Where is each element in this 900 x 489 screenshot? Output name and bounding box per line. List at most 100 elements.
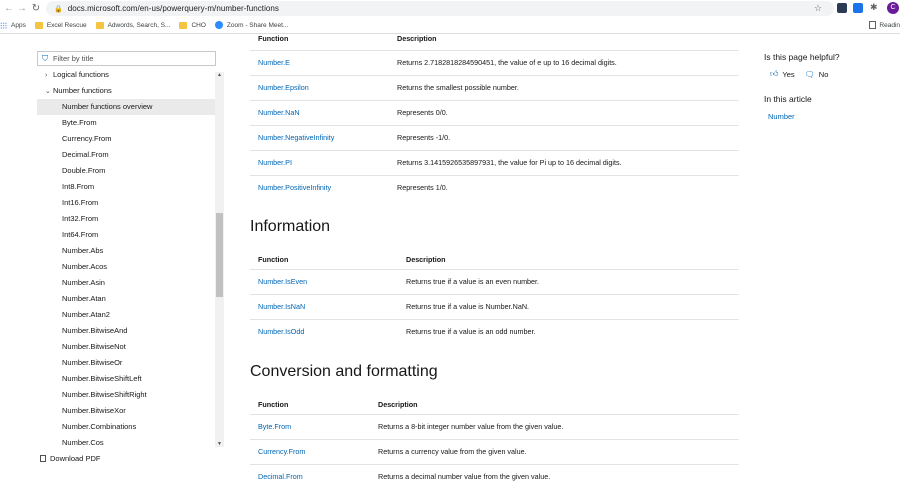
toc-item-label: Number.Atan (62, 294, 106, 303)
toc-item[interactable]: Number.BitwiseShiftRight (37, 387, 215, 403)
toc-item[interactable]: Number.BitwiseXor (37, 403, 215, 419)
bookmark-excel-rescue[interactable]: Excel Rescue (34, 21, 87, 29)
bookmark-adwords[interactable]: Adwords, Search, S... (95, 21, 171, 29)
toc-item[interactable]: Number.Combinations (37, 419, 215, 435)
download-label: Download PDF (50, 454, 101, 463)
function-link[interactable]: Byte.From (250, 413, 370, 439)
toc-item-label: Int64.From (62, 230, 99, 239)
bookmark-star-icon[interactable]: ☆ (814, 3, 822, 14)
toc-item-label: Number.Cos (62, 438, 104, 447)
function-link[interactable]: Number.PositiveInfinity (250, 174, 389, 200)
toc-item[interactable]: Int64.From (37, 227, 215, 243)
toc-item[interactable]: Int16.From (37, 195, 215, 211)
no-button[interactable]: 🗨︎ No (805, 69, 829, 79)
scroll-down-icon[interactable]: ▼ (215, 441, 224, 447)
toc-item[interactable]: Number.Abs (37, 243, 215, 259)
bookmark-label: Excel Rescue (46, 21, 87, 29)
toc-item[interactable]: Number functions overview (37, 99, 215, 115)
filter-icon: ⛉ (42, 53, 48, 63)
article-link-number[interactable]: Number (768, 112, 795, 121)
function-link[interactable]: Decimal.From (250, 463, 370, 489)
pdf-icon (40, 455, 46, 462)
toc-item[interactable]: Int8.From (37, 179, 215, 195)
function-link[interactable]: Number.IsNaN (250, 293, 398, 319)
table-row: Number.IsOdd Returns true if a value is a… (250, 318, 739, 344)
toc-item[interactable]: Number.Cos (37, 435, 215, 447)
function-link[interactable]: Number.IsEven (250, 268, 398, 294)
function-description: Represents 0/0. (389, 99, 739, 125)
function-link[interactable]: Number.Epsilon (250, 74, 389, 100)
information-table: Function Description Number.IsEven Return… (250, 250, 739, 344)
reload-icon[interactable]: ↻ (29, 3, 43, 14)
column-header-function: Function (250, 250, 398, 270)
forward-icon[interactable]: → (15, 3, 29, 14)
address-bar[interactable]: 🔒 docs.microsoft.com/en-us/powerquery-m/… (46, 1, 834, 16)
information-section: Function Description Number.IsEven Return… (250, 250, 739, 344)
toc-item[interactable]: Currency.From (37, 131, 215, 147)
toc-item[interactable]: Decimal.From (37, 147, 215, 163)
extension-icon[interactable] (853, 3, 863, 13)
function-description: Represents 1/0. (389, 174, 739, 200)
filter-placeholder: Filter by title (53, 54, 94, 63)
scroll-up-icon[interactable]: ▲ (215, 72, 224, 78)
bookmark-label: Adwords, Search, S... (107, 21, 171, 29)
function-link[interactable]: Number.E (250, 49, 389, 75)
toc-item-label: Number.Combinations (62, 422, 137, 431)
function-description: Returns a 8-bit integer number value fro… (370, 413, 739, 439)
function-link[interactable]: Currency.From (250, 438, 370, 464)
toc-item-label: Number.Abs (62, 246, 104, 255)
chevron-down-icon[interactable]: ⌄ (45, 84, 53, 100)
function-link[interactable]: Number.NaN (250, 99, 389, 125)
toc-item[interactable]: Number.BitwiseOr (37, 355, 215, 371)
in-this-article-heading: In this article (764, 94, 812, 104)
bookmark-label: Apps (11, 21, 26, 29)
puzzle-icon[interactable]: ✱ (870, 2, 878, 13)
table-row: Number.NaN Represents 0/0. (250, 99, 739, 125)
toc-scrollbar[interactable]: ▲ ▼ (215, 72, 224, 447)
toc-item[interactable]: Number.Atan (37, 291, 215, 307)
main-content: Function Description Number.E Returns 2.7… (250, 34, 740, 489)
section-heading-conversion: Conversion and formatting (250, 363, 438, 380)
toc-item-label: Currency.From (62, 134, 112, 143)
toc-item-label: Int8.From (62, 182, 95, 191)
reading-list[interactable]: Readin (869, 21, 900, 29)
toc-item[interactable]: ⌄ Number functions (37, 83, 215, 99)
table-row: Currency.From Returns a currency value fr… (250, 438, 739, 464)
toc-item[interactable]: Number.BitwiseNot (37, 339, 215, 355)
bookmark-apps[interactable]: Apps (0, 21, 26, 29)
toc-item[interactable]: Number.BitwiseShiftLeft (37, 371, 215, 387)
bookmark-label: CHO (191, 21, 206, 29)
toc-item[interactable]: Byte.From (37, 115, 215, 131)
toc-item[interactable]: › Logical functions (37, 67, 215, 83)
toc-item[interactable]: Number.Acos (37, 259, 215, 275)
table-row: Number.NegativeInfinity Represents -1/0. (250, 124, 739, 150)
function-link[interactable]: Number.IsOdd (250, 318, 398, 344)
scroll-thumb[interactable] (216, 213, 223, 297)
function-link[interactable]: Number.NegativeInfinity (250, 124, 389, 150)
back-icon[interactable]: ← (2, 3, 16, 14)
toc-item[interactable]: Number.BitwiseAnd (37, 323, 215, 339)
bookmark-zoom[interactable]: Zoom - Share Meet... (214, 21, 288, 29)
no-label: No (818, 69, 829, 79)
download-pdf-link[interactable]: Download PDF (40, 454, 100, 463)
avatar[interactable]: C (887, 2, 899, 14)
comment-icon: 🗨︎ (804, 69, 815, 79)
table-row: Number.E Returns 2.7182818284590451, the … (250, 49, 739, 75)
toc-item[interactable]: Int32.From (37, 211, 215, 227)
zoom-icon (214, 21, 223, 29)
function-description: Returns true if a value is Number.NaN. (398, 293, 739, 319)
toc-item[interactable]: Double.From (37, 163, 215, 179)
chevron-right-icon[interactable]: › (45, 68, 53, 84)
function-link[interactable]: Number.PI (250, 149, 389, 175)
extension-icon[interactable] (837, 3, 847, 13)
toc-item[interactable]: Number.Atan2 (37, 307, 215, 323)
bookmarks-bar: Apps Excel Rescue Adwords, Search, S... … (0, 17, 900, 34)
toc-item[interactable]: Number.Asin (37, 275, 215, 291)
filter-input[interactable]: ⛉ Filter by title (37, 51, 216, 66)
lock-icon: 🔒 (54, 5, 63, 13)
toc-item-label: Int32.From (62, 214, 99, 223)
bookmark-cho[interactable]: CHO (179, 21, 206, 29)
yes-button[interactable]: 👍︎ Yes (770, 69, 795, 79)
toc-item-label: Decimal.From (62, 150, 109, 159)
function-description: Returns true if a value is an odd number… (398, 318, 739, 344)
